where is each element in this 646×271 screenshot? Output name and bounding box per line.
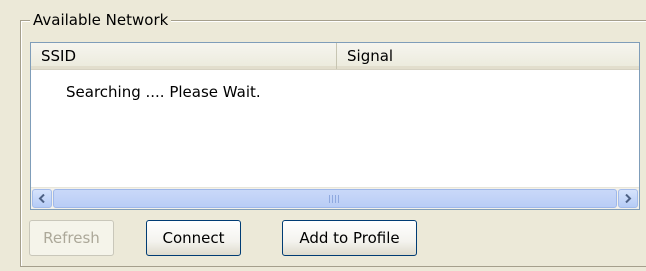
list-item: Searching .... Please Wait. [66, 83, 261, 101]
list-body: Searching .... Please Wait. [31, 70, 639, 180]
list-header: SSID Signal [31, 43, 639, 70]
refresh-button[interactable]: Refresh [29, 220, 114, 256]
column-header-signal[interactable]: Signal [337, 43, 639, 69]
network-list[interactable]: SSID Signal Searching .... Please Wait. [30, 42, 640, 210]
scroll-left-button[interactable] [32, 189, 52, 208]
column-header-ssid[interactable]: SSID [31, 43, 337, 69]
horizontal-scrollbar[interactable] [31, 187, 639, 209]
add-to-profile-button[interactable]: Add to Profile [282, 220, 417, 256]
chevron-left-icon [38, 194, 45, 203]
scrollbar-thumb[interactable] [53, 189, 617, 208]
grip-icon [329, 195, 341, 203]
chevron-right-icon [625, 194, 632, 203]
connect-button[interactable]: Connect [146, 220, 241, 256]
groupbox-title: Available Network [30, 9, 172, 31]
scroll-right-button[interactable] [618, 189, 638, 208]
network-panel: Available Network SSID Signal Searching … [0, 0, 646, 271]
